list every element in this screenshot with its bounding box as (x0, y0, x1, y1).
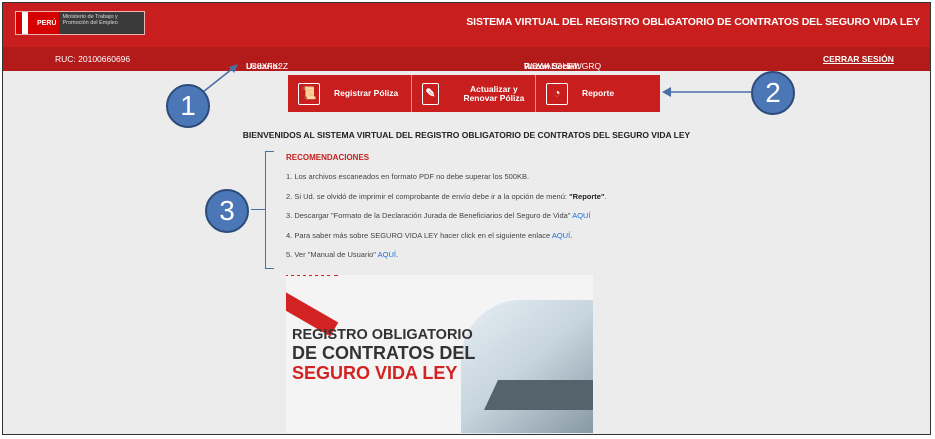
recommendation-5: 5. Ver "Manual de Usuario" AQUÍ. (286, 250, 706, 270)
recommendations-title: RECOMENDACIONES (286, 153, 370, 162)
laptop-image (461, 300, 593, 433)
reporte-button[interactable]: ◔ Reporte (536, 75, 660, 112)
seguro-vida-ley-link[interactable]: AQUÍ (552, 231, 570, 240)
rec2-text: 2. Si Ud. se olvidó de imprimir el compr… (286, 191, 570, 201)
manual-usuario-link[interactable]: AQUÍ (378, 250, 396, 259)
menu-label: Registrar Póliza (334, 88, 399, 98)
formato-declaracion-link[interactable]: AQUÍ (572, 211, 590, 220)
welcome-heading: BIENVENIDOS AL SISTEMA VIRTUAL DEL REGIS… (242, 130, 691, 140)
recommendation-4: 4. Para saber más sobre SEGURO VIDA LEY … (286, 231, 706, 251)
logout-link[interactable]: CERRAR SESIÓN (823, 54, 894, 64)
laptop-keyboard (484, 380, 593, 410)
recommendations-panel: RECOMENDACIONES 1. Los archivos escanead… (286, 153, 706, 270)
logo-ministry: Ministerio de Trabajo y Promoción del Em… (59, 12, 144, 34)
rec5-dot: . (395, 250, 399, 259)
menu-label: Reporte (582, 88, 615, 98)
recommendation-2: 2. Si Ud. se olvidó de imprimir el compr… (286, 192, 706, 212)
scroll-document-icon: 📜 (298, 82, 320, 105)
rec5-text: 5. Ver "Manual de Usuario" (286, 250, 378, 259)
edit-document-icon: ✎ (422, 82, 439, 105)
peru-flag-icon (16, 12, 34, 34)
annotation-bracket-tick (251, 209, 265, 210)
annotation-bracket (265, 151, 274, 269)
registrar-poliza-button[interactable]: 📜 Registrar Póliza (288, 75, 412, 112)
annotation-1-badge: 1 (166, 84, 210, 128)
top-header: PERÚ Ministerio de Trabajo y Promoción d… (3, 3, 930, 47)
main-menu: 📜 Registrar Póliza ✎ Actualizar y Renova… (288, 75, 661, 112)
annotation-2-badge: 2 (751, 71, 795, 115)
annotation-3-badge: 3 (205, 189, 249, 233)
banner-line-2: DE CONTRATOS DEL (292, 343, 476, 363)
app-frame: PERÚ Ministerio de Trabajo y Promoción d… (2, 2, 931, 435)
razon-social-value: WSWALGHFWGRQ (524, 61, 602, 71)
menu-label: Actualizar y Renovar Póliza (463, 83, 525, 103)
rec2-end: . (604, 191, 607, 201)
recommendation-3: 3. Descargar "Formato de la Declaración … (286, 211, 706, 231)
logo-country: PERÚ (34, 12, 60, 34)
rec3-text: 3. Descargar "Formato de la Declaración … (286, 211, 573, 220)
actualizar-renovar-poliza-button[interactable]: ✎ Actualizar y Renovar Póliza (412, 75, 536, 112)
rec4-text: 4. Para saber más sobre SEGURO VIDA LEY … (286, 230, 552, 240)
rec4-dot: . (570, 230, 573, 240)
system-title: SISTEMA VIRTUAL DEL REGISTRO OBLIGATORIO… (466, 16, 920, 28)
banner-line-1: REGISTRO OBLIGATORIO (292, 327, 473, 343)
gov-logo: PERÚ Ministerio de Trabajo y Promoción d… (15, 11, 145, 35)
recommendation-1: 1. Los archivos escaneados en formato PD… (286, 172, 530, 181)
ruc-text: RUC: 20100660696 (55, 54, 131, 64)
usuario-value: LC8XFK2Z (246, 61, 289, 71)
banner-dots (286, 275, 338, 282)
promo-banner: REGISTRO OBLIGATORIO DE CONTRATOS DEL SE… (286, 275, 593, 433)
banner-line-3: SEGURO VIDA LEY (292, 363, 458, 383)
rec2-reporte: "Reporte" (569, 191, 605, 201)
report-chart-icon: ◔ (546, 82, 568, 105)
banner-text: REGISTRO OBLIGATORIO DE CONTRATOS DEL SE… (292, 327, 475, 383)
user-info-bar: RUC: 20100660696 Usuario: LC8XFK2Z Razón… (3, 47, 930, 71)
